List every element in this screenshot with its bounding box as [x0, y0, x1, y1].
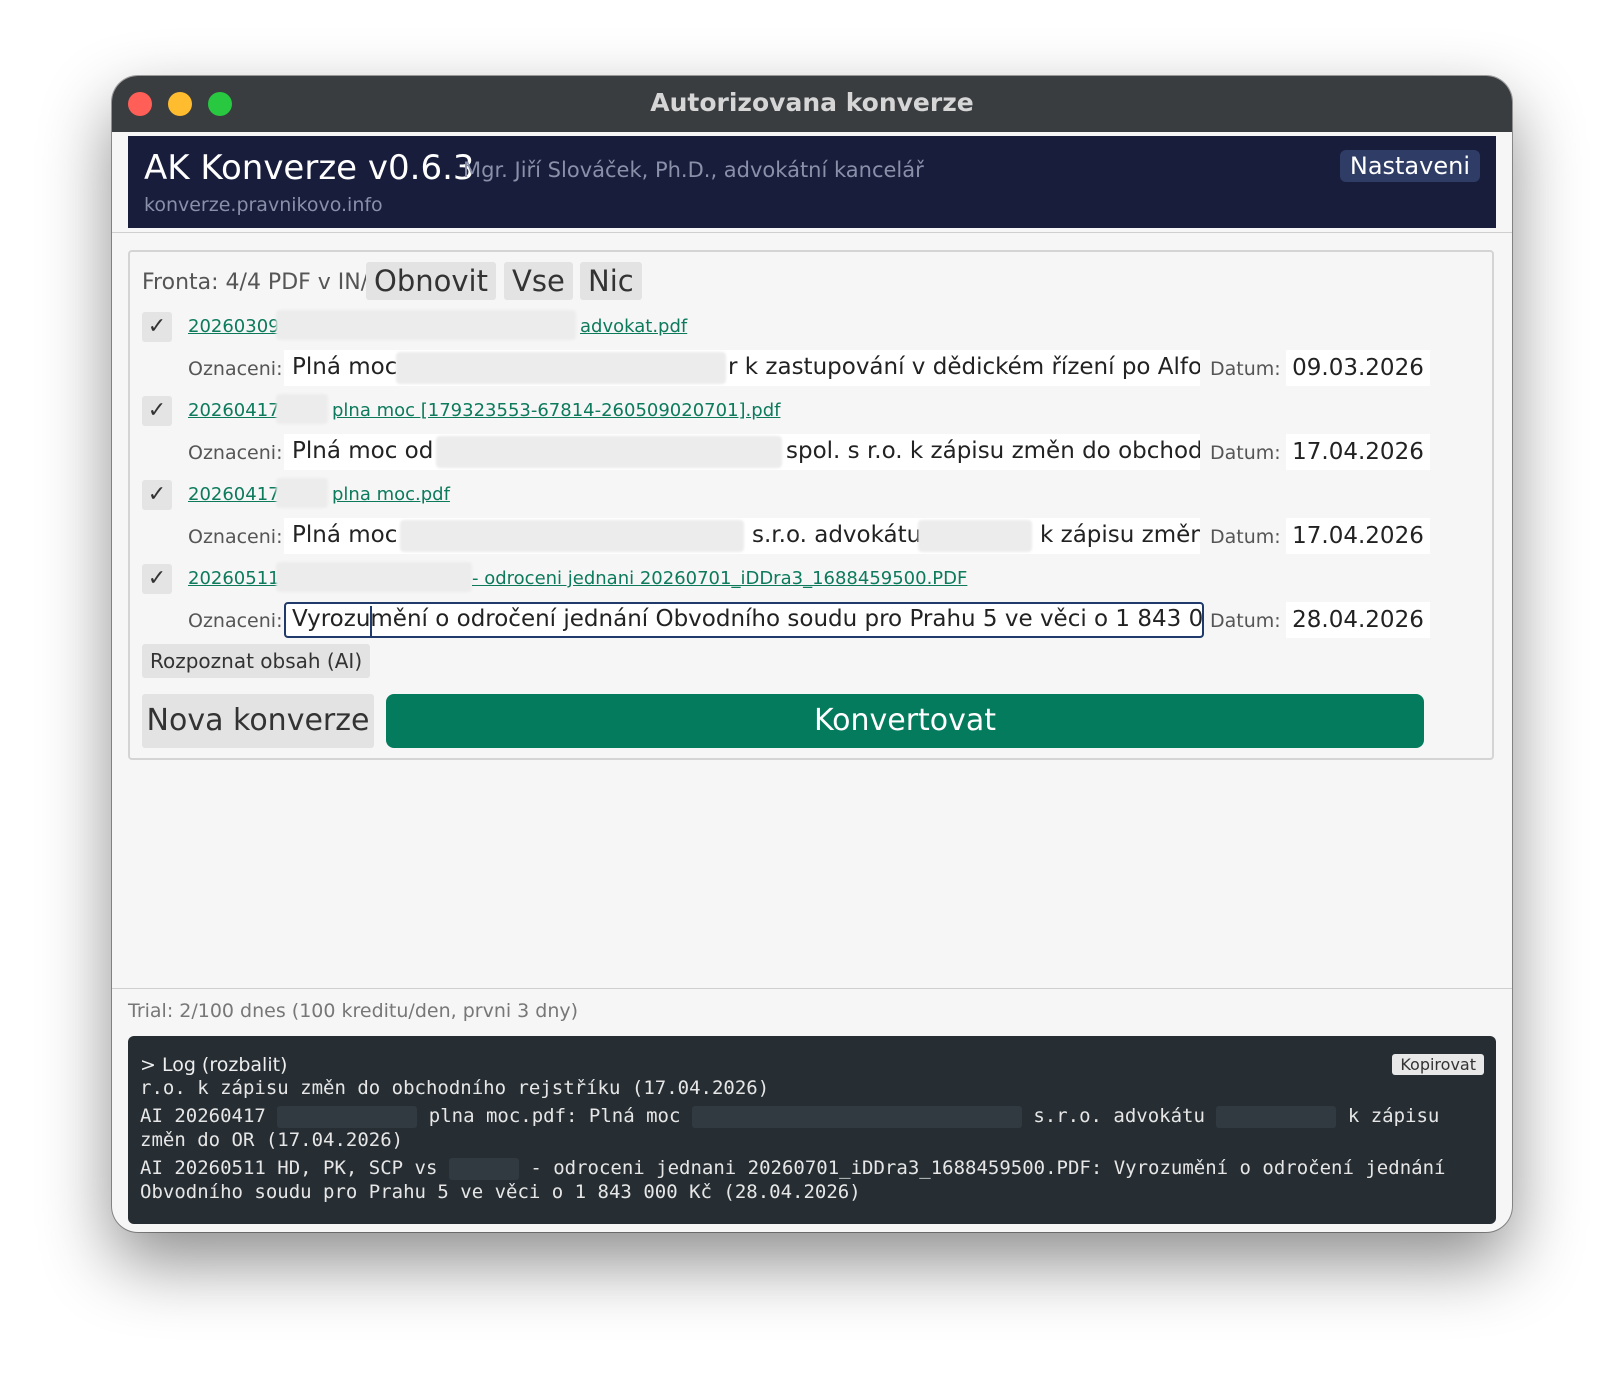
new-conversion-button[interactable]: Nova konverze [142, 694, 374, 748]
description-text: spol. s r.o. k zápisu změn do obchodn [786, 438, 1200, 464]
file-checkbox[interactable]: ✓ [142, 396, 172, 426]
redacted-block [691, 1105, 1022, 1128]
file-link[interactable]: advokat.pdf [580, 316, 687, 337]
date-label: Datum: [1210, 610, 1281, 632]
redacted-block [918, 520, 1032, 552]
description-input[interactable]: Plná moc s.r.o. advokátu k zápisu změn [284, 518, 1200, 554]
redacted-block [276, 478, 328, 508]
file-link[interactable]: - odroceni jednani 20260701_iDDra3_16884… [472, 568, 967, 589]
file-checkbox[interactable]: ✓ [142, 312, 172, 342]
date-input[interactable]: 09.03.2026 [1286, 350, 1430, 386]
app-name: AK Konverze v0.6.3 [144, 148, 475, 188]
description-label: Oznaceni: [188, 610, 283, 632]
queue-panel: Fronta: 4/4 PDF v IN/ Obnovit Vse Nic ✓ … [128, 250, 1494, 760]
file-checkbox[interactable]: ✓ [142, 564, 172, 594]
log-expand-toggle[interactable]: > Log (rozbalit) [140, 1054, 287, 1076]
redacted-block [276, 562, 472, 592]
redacted-block [276, 310, 576, 340]
log-line: AI 20260511 HD, PK, SCP vs - odroceni je… [140, 1156, 1480, 1204]
file-link[interactable]: 20260511 [188, 568, 280, 589]
file-link[interactable]: 20260417 [188, 400, 280, 421]
redacted-block [436, 436, 782, 468]
refresh-button[interactable]: Obnovit [366, 262, 496, 300]
app-url: konverze.pravnikovo.info [144, 194, 383, 216]
description-text: Plná moc od [292, 438, 434, 464]
file-link[interactable]: plna moc [179323553-67814-260509020701].… [332, 400, 780, 421]
description-text: Plná moc [292, 522, 398, 548]
date-label: Datum: [1210, 526, 1281, 548]
redacted-block [277, 1105, 418, 1128]
file-link[interactable]: 20260309 [188, 316, 280, 337]
redacted-block [448, 1157, 519, 1180]
date-input[interactable]: 28.04.2026 [1286, 602, 1430, 638]
settings-button[interactable]: Nastaveni [1339, 150, 1480, 182]
description-row: Oznaceni: Vyrozumění o odročení jednání … [188, 602, 1448, 642]
footer-divider [112, 988, 1512, 989]
app-subtitle: Mgr. Jiří Slováček, Ph.D., advokátní kan… [463, 158, 924, 182]
log-panel: > Log (rozbalit) Kopirovat r.o. k zápisu… [128, 1036, 1496, 1224]
redacted-block [396, 352, 726, 384]
description-row: Oznaceni: Plná moc r k zastupování v děd… [188, 350, 1448, 390]
trial-status: Trial: 2/100 dnes (100 kreditu/den, prvn… [128, 1000, 579, 1022]
file-row: ✓ 20260511 - odroceni jednani 20260701_i… [142, 562, 1442, 602]
redacted-block [1216, 1105, 1337, 1128]
queue-status: Fronta: 4/4 PDF v IN/ [142, 270, 369, 295]
description-input[interactable]: Plná moc od spol. s r.o. k zápisu změn d… [284, 434, 1200, 470]
app-window: Autorizovana konverze AK Konverze v0.6.3… [112, 76, 1512, 1232]
description-label: Oznaceni: [188, 442, 283, 464]
log-text: r.o. k zápisu změn do obchodního rejstří… [140, 1077, 770, 1099]
select-all-button[interactable]: Vse [504, 262, 573, 300]
file-row: ✓ 20260417 plna moc [179323553-67814-260… [142, 394, 1442, 434]
redacted-block [400, 520, 744, 552]
description-label: Oznaceni: [188, 526, 283, 548]
copy-log-button[interactable]: Kopirovat [1392, 1054, 1484, 1075]
log-text: AI 20260511 HD, PK, SCP vs [140, 1157, 438, 1179]
description-row: Oznaceni: Plná moc s.r.o. advokátu k záp… [188, 518, 1448, 558]
file-row: ✓ 20260309 advokat.pdf [142, 310, 1442, 350]
text-caret [370, 606, 372, 636]
log-text: plna moc.pdf: Plná moc [428, 1105, 681, 1127]
description-text: r k zastupování v dědickém řízení po Alf… [728, 354, 1200, 380]
redacted-block [276, 394, 328, 424]
file-link[interactable]: plna moc.pdf [332, 484, 450, 505]
description-text: s.r.o. advokátu [752, 522, 922, 548]
description-input-focused[interactable]: Vyrozumění o odročení jednání Obvodního … [284, 602, 1204, 638]
file-link[interactable]: 20260417 [188, 484, 280, 505]
description-text: k zápisu změn [1040, 522, 1200, 548]
app-header: AK Konverze v0.6.3 Mgr. Jiří Slováček, P… [128, 136, 1496, 228]
recognize-ai-button[interactable]: Rozpoznat obsah (AI) [142, 644, 371, 678]
convert-button[interactable]: Konvertovat [386, 694, 1424, 748]
log-body: r.o. k zápisu změn do obchodního rejstří… [140, 1076, 1480, 1208]
window-title: Autorizovana konverze [650, 88, 974, 117]
log-text: AI 20260417 [140, 1105, 266, 1127]
header-divider [112, 232, 1512, 233]
date-input[interactable]: 17.04.2026 [1286, 434, 1430, 470]
log-line: AI 20260417 plna moc.pdf: Plná moc s.r.o… [140, 1104, 1480, 1152]
date-label: Datum: [1210, 358, 1281, 380]
description-text: Vyrozumění o odročení jednání Obvodního … [292, 606, 1204, 632]
description-text: Plná moc [292, 354, 398, 380]
select-none-button[interactable]: Nic [580, 262, 642, 300]
file-checkbox[interactable]: ✓ [142, 480, 172, 510]
description-input[interactable]: Plná moc r k zastupování v dědickém říze… [284, 350, 1200, 386]
log-text: s.r.o. advokátu [1033, 1105, 1205, 1127]
file-row: ✓ 20260417 plna moc.pdf [142, 478, 1442, 518]
date-input[interactable]: 17.04.2026 [1286, 518, 1430, 554]
title-bar: Autorizovana konverze [112, 76, 1512, 132]
log-line: r.o. k zápisu změn do obchodního rejstří… [140, 1076, 1480, 1100]
description-label: Oznaceni: [188, 358, 283, 380]
description-row: Oznaceni: Plná moc od spol. s r.o. k záp… [188, 434, 1448, 474]
date-label: Datum: [1210, 442, 1281, 464]
